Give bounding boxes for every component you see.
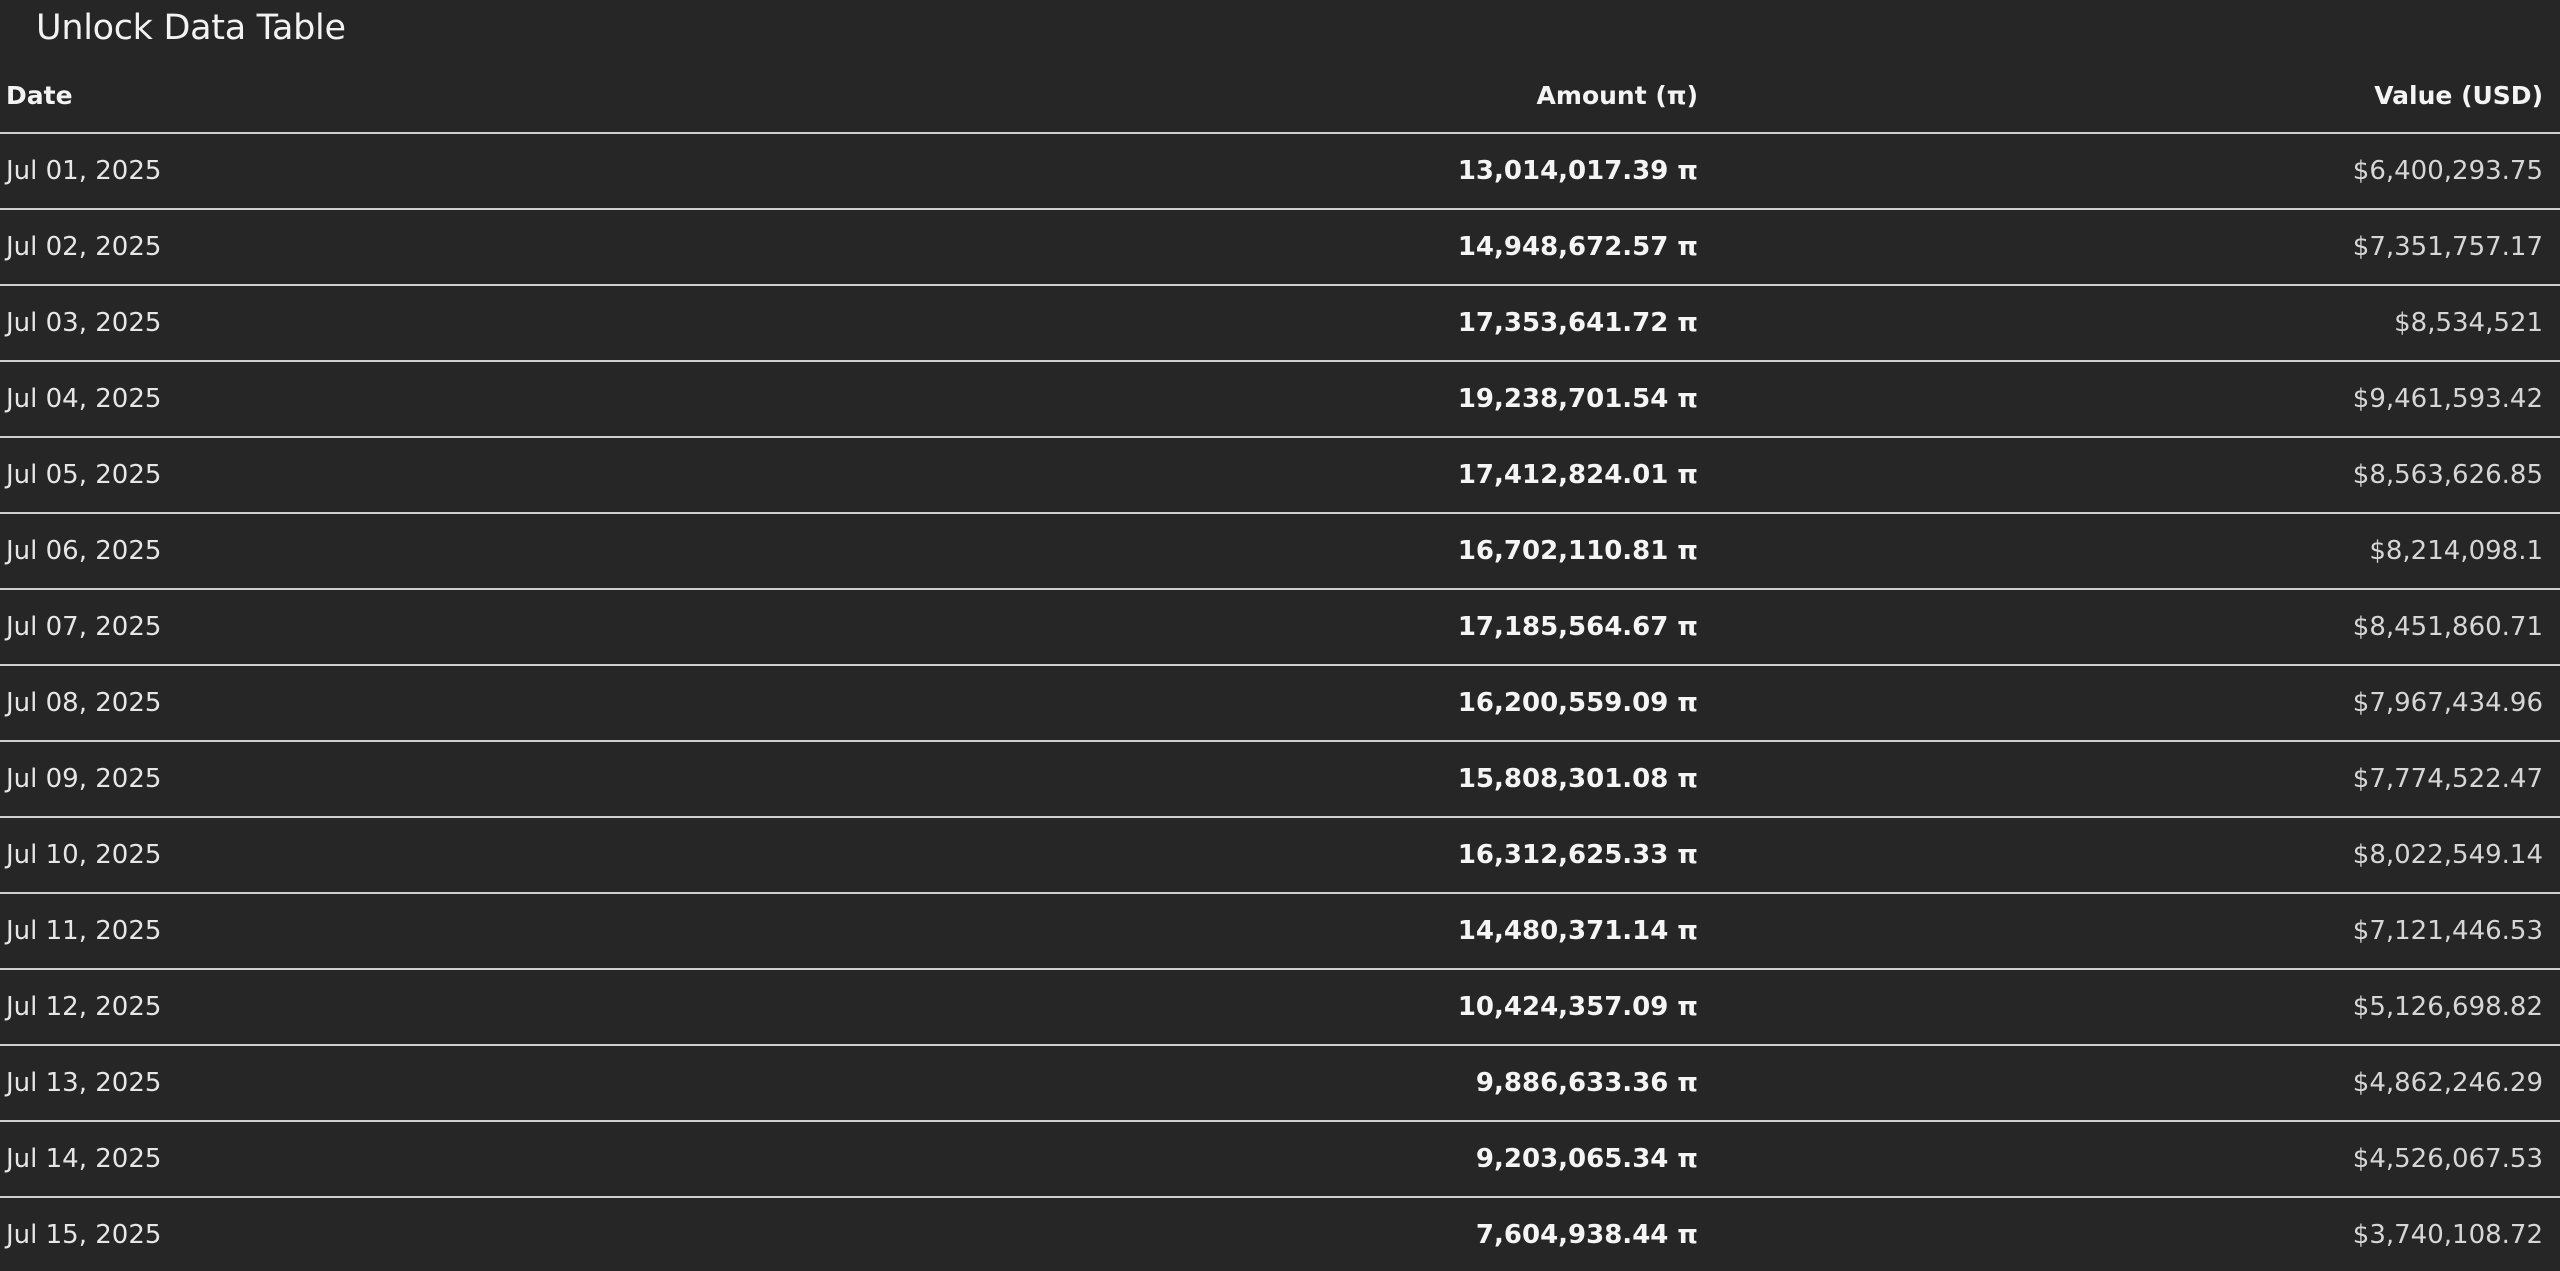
date-cell: Jul 14, 2025 (0, 1121, 1100, 1198)
date-cell: Jul 08, 2025 (0, 665, 1100, 742)
value-cell: $8,214,098.1 (1700, 513, 2560, 590)
value-cell: $9,461,593.42 (1700, 361, 2560, 438)
date-cell: Jul 13, 2025 (0, 1045, 1100, 1122)
amount-cell: 10,424,357.09 π (1100, 969, 1700, 1046)
table-row: Jul 15, 2025 7,604,938.44 π $3,740,108.72 (0, 1197, 2560, 1271)
date-cell: Jul 15, 2025 (0, 1197, 1100, 1271)
unlock-data-table: Date Amount (π) Value (USD) Jul 01, 2025… (0, 58, 2560, 1271)
table-row: Jul 05, 2025 17,412,824.01 π $8,563,626.85 (0, 437, 2560, 514)
amount-cell: 16,312,625.33 π (1100, 817, 1700, 894)
amount-cell: 13,014,017.39 π (1100, 133, 1700, 210)
table-row: Jul 14, 2025 9,203,065.34 π $4,526,067.53 (0, 1121, 2560, 1198)
amount-cell: 19,238,701.54 π (1100, 361, 1700, 438)
date-cell: Jul 03, 2025 (0, 285, 1100, 362)
header-row: Date Amount (π) Value (USD) (0, 58, 2560, 134)
amount-cell: 17,412,824.01 π (1100, 437, 1700, 514)
table-header: Date Amount (π) Value (USD) (0, 58, 2560, 134)
table-body: Jul 01, 2025 13,014,017.39 π $6,400,293.75… (0, 133, 2560, 1271)
table-row: Jul 09, 2025 15,808,301.08 π $7,774,522.47 (0, 741, 2560, 818)
amount-cell: 15,808,301.08 π (1100, 741, 1700, 818)
table-row: Jul 03, 2025 17,353,641.72 π $8,534,521 (0, 285, 2560, 362)
table-row: Jul 10, 2025 16,312,625.33 π $8,022,549.14 (0, 817, 2560, 894)
amount-cell: 16,200,559.09 π (1100, 665, 1700, 742)
amount-cell: 9,886,633.36 π (1100, 1045, 1700, 1122)
column-header-amount[interactable]: Amount (π) (1100, 58, 1700, 134)
amount-cell: 14,948,672.57 π (1100, 209, 1700, 286)
value-cell: $8,534,521 (1700, 285, 2560, 362)
unlock-data-page: Unlock Data Table Date Amount (π) Value … (0, 0, 2560, 1271)
amount-cell: 9,203,065.34 π (1100, 1121, 1700, 1198)
table-row: Jul 07, 2025 17,185,564.67 π $8,451,860.71 (0, 589, 2560, 666)
value-cell: $8,022,549.14 (1700, 817, 2560, 894)
date-cell: Jul 04, 2025 (0, 361, 1100, 438)
table-row: Jul 13, 2025 9,886,633.36 π $4,862,246.29 (0, 1045, 2560, 1122)
value-cell: $3,740,108.72 (1700, 1197, 2560, 1271)
column-header-date[interactable]: Date (0, 58, 1100, 134)
value-cell: $7,774,522.47 (1700, 741, 2560, 818)
date-cell: Jul 02, 2025 (0, 209, 1100, 286)
date-cell: Jul 11, 2025 (0, 893, 1100, 970)
table-row: Jul 01, 2025 13,014,017.39 π $6,400,293.75 (0, 133, 2560, 210)
value-cell: $7,121,446.53 (1700, 893, 2560, 970)
page-title: Unlock Data Table (36, 8, 346, 48)
table-row: Jul 02, 2025 14,948,672.57 π $7,351,757.17 (0, 209, 2560, 286)
table-row: Jul 04, 2025 19,238,701.54 π $9,461,593.42 (0, 361, 2560, 438)
date-cell: Jul 05, 2025 (0, 437, 1100, 514)
table-row: Jul 12, 2025 10,424,357.09 π $5,126,698.82 (0, 969, 2560, 1046)
table-row: Jul 08, 2025 16,200,559.09 π $7,967,434.96 (0, 665, 2560, 742)
amount-cell: 16,702,110.81 π (1100, 513, 1700, 590)
column-header-value[interactable]: Value (USD) (1700, 58, 2560, 134)
value-cell: $5,126,698.82 (1700, 969, 2560, 1046)
date-cell: Jul 12, 2025 (0, 969, 1100, 1046)
value-cell: $8,451,860.71 (1700, 589, 2560, 666)
value-cell: $7,351,757.17 (1700, 209, 2560, 286)
table-row: Jul 11, 2025 14,480,371.14 π $7,121,446.53 (0, 893, 2560, 970)
amount-cell: 17,353,641.72 π (1100, 285, 1700, 362)
value-cell: $7,967,434.96 (1700, 665, 2560, 742)
table-row: Jul 06, 2025 16,702,110.81 π $8,214,098.1 (0, 513, 2560, 590)
amount-cell: 7,604,938.44 π (1100, 1197, 1700, 1271)
date-cell: Jul 07, 2025 (0, 589, 1100, 666)
date-cell: Jul 06, 2025 (0, 513, 1100, 590)
value-cell: $8,563,626.85 (1700, 437, 2560, 514)
date-cell: Jul 09, 2025 (0, 741, 1100, 818)
amount-cell: 17,185,564.67 π (1100, 589, 1700, 666)
value-cell: $4,526,067.53 (1700, 1121, 2560, 1198)
value-cell: $4,862,246.29 (1700, 1045, 2560, 1122)
value-cell: $6,400,293.75 (1700, 133, 2560, 210)
date-cell: Jul 10, 2025 (0, 817, 1100, 894)
amount-cell: 14,480,371.14 π (1100, 893, 1700, 970)
date-cell: Jul 01, 2025 (0, 133, 1100, 210)
